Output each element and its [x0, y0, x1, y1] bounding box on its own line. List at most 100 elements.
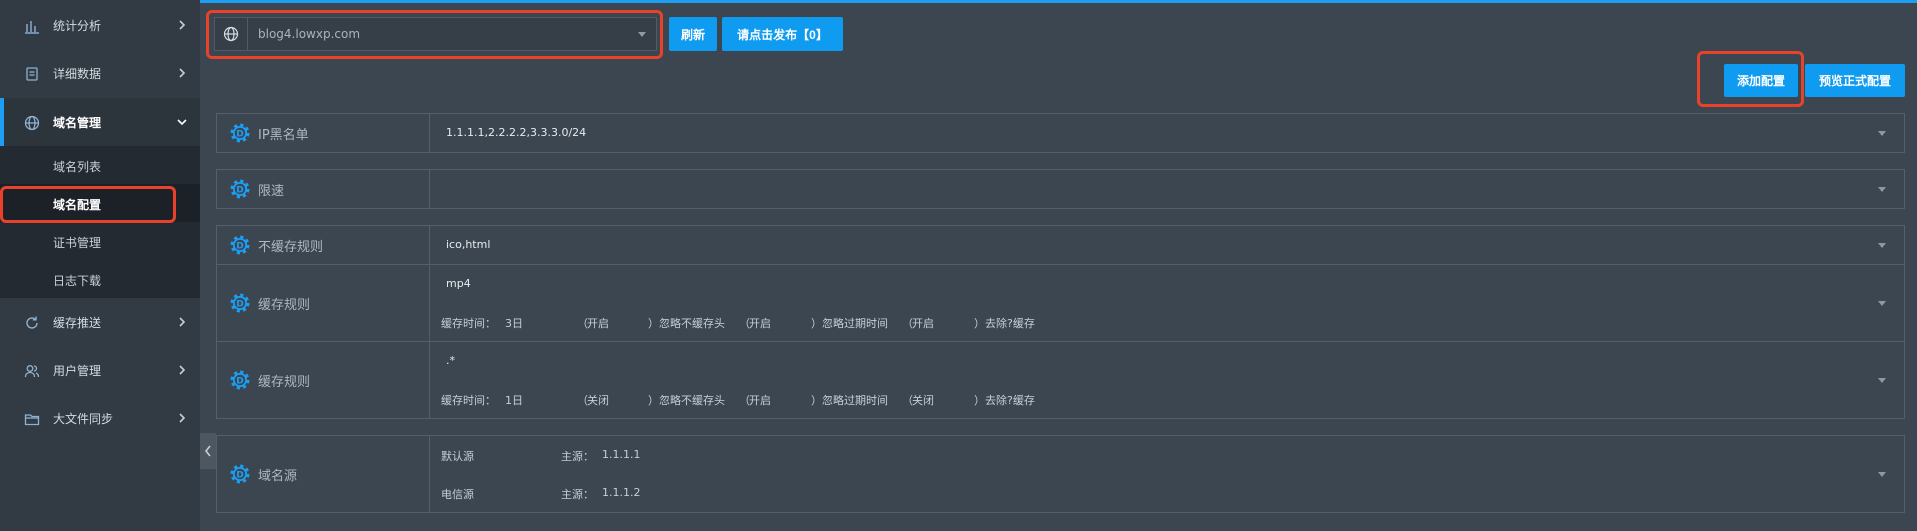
row-label-text: 域名源	[258, 468, 298, 484]
submenu-item-label: 证书管理	[53, 236, 102, 250]
caret-down-icon[interactable]	[1878, 131, 1886, 136]
ignore-nocache-text: ）忽略不缓存头	[648, 317, 725, 330]
svg-text:D: D	[236, 242, 243, 252]
globe-icon	[24, 115, 40, 131]
sidebar: 统计分析 详细数据 域名管理 域名列表 域名配置 证书管理 日志下载 缓存推送 …	[0, 0, 200, 531]
row-label-text: 限速	[258, 183, 285, 199]
row-label-text: 不缓存规则	[258, 239, 324, 255]
sidebar-item-label: 用户管理	[53, 363, 102, 378]
publish-button[interactable]: 请点击发布【0】	[722, 17, 843, 51]
document-icon	[26, 67, 38, 81]
caret-down-icon	[638, 31, 646, 37]
row-label: D 缓存规则	[217, 265, 430, 341]
chevron-right-icon	[179, 413, 186, 423]
ignore-expire-text: ）忽略过期时间	[811, 317, 888, 330]
chevron-right-icon	[179, 317, 186, 327]
gear-d-icon: D	[230, 235, 250, 255]
cache-time-value: 3日	[505, 317, 523, 330]
sidebar-item-user-management[interactable]: 用户管理	[0, 346, 200, 394]
collapse-sidebar-button[interactable]	[200, 433, 216, 469]
remove-cache-value[interactable]: 开启	[912, 315, 934, 331]
globe-icon	[215, 18, 248, 50]
domain-select-value: blog4.lowxp.com	[258, 27, 361, 41]
sidebar-item-label: 大文件同步	[53, 411, 114, 426]
default-origin-ip: 1.1.1.1	[602, 448, 641, 461]
sidebar-item-domain-management[interactable]: 域名管理	[0, 98, 200, 146]
ignore-nocache-value[interactable]: 开启	[587, 315, 609, 331]
caret-down-icon[interactable]	[1878, 472, 1886, 477]
row-value: mp4	[446, 277, 471, 290]
chevron-right-icon	[179, 365, 186, 375]
top-accent-line	[200, 0, 1917, 3]
ignore-expire-value[interactable]: 开启	[749, 315, 771, 331]
domain-select[interactable]: blog4.lowxp.com	[214, 17, 657, 51]
row-label: D IP黑名单	[217, 114, 430, 152]
svg-text:D: D	[236, 186, 243, 196]
config-row-origin: D 域名源 默认源 主源： 1.1.1.1 电信源 主源： 1.1.1.2	[216, 435, 1905, 513]
row-label: D 限速	[217, 170, 430, 208]
ignore-nocache-text: ）忽略不缓存头	[648, 394, 725, 407]
caret-down-icon[interactable]	[1878, 301, 1886, 306]
submenu-item-label: 日志下载	[53, 274, 102, 288]
submenu-item-label: 域名配置	[53, 198, 102, 212]
add-config-button[interactable]: 添加配置	[1724, 64, 1798, 97]
ignore-expire-text: ）忽略过期时间	[811, 394, 888, 407]
caret-down-icon[interactable]	[1878, 187, 1886, 192]
config-row-ip-blacklist: D IP黑名单 1.1.1.1,2.2.2.2,3.3.3.0/24	[216, 113, 1905, 153]
refresh-icon	[26, 316, 38, 329]
cache-time-label: 缓存时间：	[441, 317, 496, 330]
telecom-main-label: 主源：	[561, 488, 594, 501]
config-row-cache-rule-1: D 缓存规则 mp4 缓存时间： 3日 （ 开启 ）忽略不缓存头 （ 开启 ）忽…	[216, 264, 1905, 342]
cache-time-value: 1日	[505, 394, 523, 407]
config-row-no-cache: D 不缓存规则 ico,html	[216, 225, 1905, 265]
remove-cache-text: ）去除?缓存	[974, 317, 1035, 330]
chevron-right-icon	[179, 20, 186, 30]
chevron-down-icon	[177, 119, 187, 126]
remove-cache-value[interactable]: 关闭	[912, 392, 934, 408]
gear-d-icon: D	[230, 123, 250, 143]
preview-config-button[interactable]: 预览正式配置	[1805, 64, 1905, 97]
sidebar-item-large-file-sync[interactable]: 大文件同步	[0, 394, 200, 442]
submenu-item-certificates[interactable]: 证书管理	[0, 222, 200, 260]
sidebar-item-details[interactable]: 详细数据	[0, 49, 200, 97]
gear-d-icon: D	[230, 293, 250, 313]
config-row-cache-rule-2: D 缓存规则 .* 缓存时间： 1日 （ 关闭 ）忽略不缓存头 （ 开启 ）忽略…	[216, 341, 1905, 419]
caret-down-icon[interactable]	[1878, 243, 1886, 248]
refresh-button[interactable]: 刷新	[669, 17, 717, 51]
row-label-text: 缓存规则	[258, 297, 311, 313]
sidebar-item-label: 详细数据	[53, 66, 102, 81]
gear-d-icon: D	[230, 464, 250, 484]
row-label: D 缓存规则	[217, 342, 430, 418]
active-indicator	[0, 98, 4, 146]
submenu-item-domain-list[interactable]: 域名列表	[0, 146, 200, 184]
bar-chart-icon	[25, 21, 39, 34]
sidebar-item-cache-push[interactable]: 缓存推送	[0, 298, 200, 346]
chevron-left-icon	[204, 445, 211, 457]
row-label: D 不缓存规则	[217, 226, 430, 264]
default-main-label: 主源：	[561, 450, 594, 463]
domain-submenu: 域名列表 域名配置 证书管理 日志下载	[0, 146, 200, 298]
row-value: 1.1.1.1,2.2.2.2,3.3.3.0/24	[446, 126, 587, 139]
chevron-right-icon	[179, 68, 186, 78]
ignore-nocache-value[interactable]: 关闭	[587, 392, 609, 408]
folder-icon	[24, 414, 40, 426]
svg-text:D: D	[236, 300, 243, 310]
submenu-item-log-download[interactable]: 日志下载	[0, 260, 200, 298]
config-row-rate-limit: D 限速	[216, 169, 1905, 209]
sidebar-item-statistics[interactable]: 统计分析	[0, 1, 200, 49]
svg-text:D: D	[236, 130, 243, 140]
default-origin-label: 默认源	[441, 450, 474, 463]
row-value: .*	[446, 354, 455, 367]
row-label-text: IP黑名单	[258, 127, 309, 143]
sidebar-item-label: 域名管理	[53, 115, 102, 130]
gear-d-icon: D	[230, 370, 250, 390]
svg-text:D: D	[236, 471, 243, 481]
sidebar-item-label: 统计分析	[53, 18, 102, 33]
telecom-origin-ip: 1.1.1.2	[602, 486, 641, 499]
submenu-item-domain-config[interactable]: 域名配置	[0, 184, 200, 222]
ignore-expire-value[interactable]: 开启	[749, 392, 771, 408]
submenu-item-label: 域名列表	[53, 160, 102, 174]
svg-text:D: D	[236, 377, 243, 387]
caret-down-icon[interactable]	[1878, 378, 1886, 383]
sidebar-item-label: 缓存推送	[53, 315, 102, 330]
